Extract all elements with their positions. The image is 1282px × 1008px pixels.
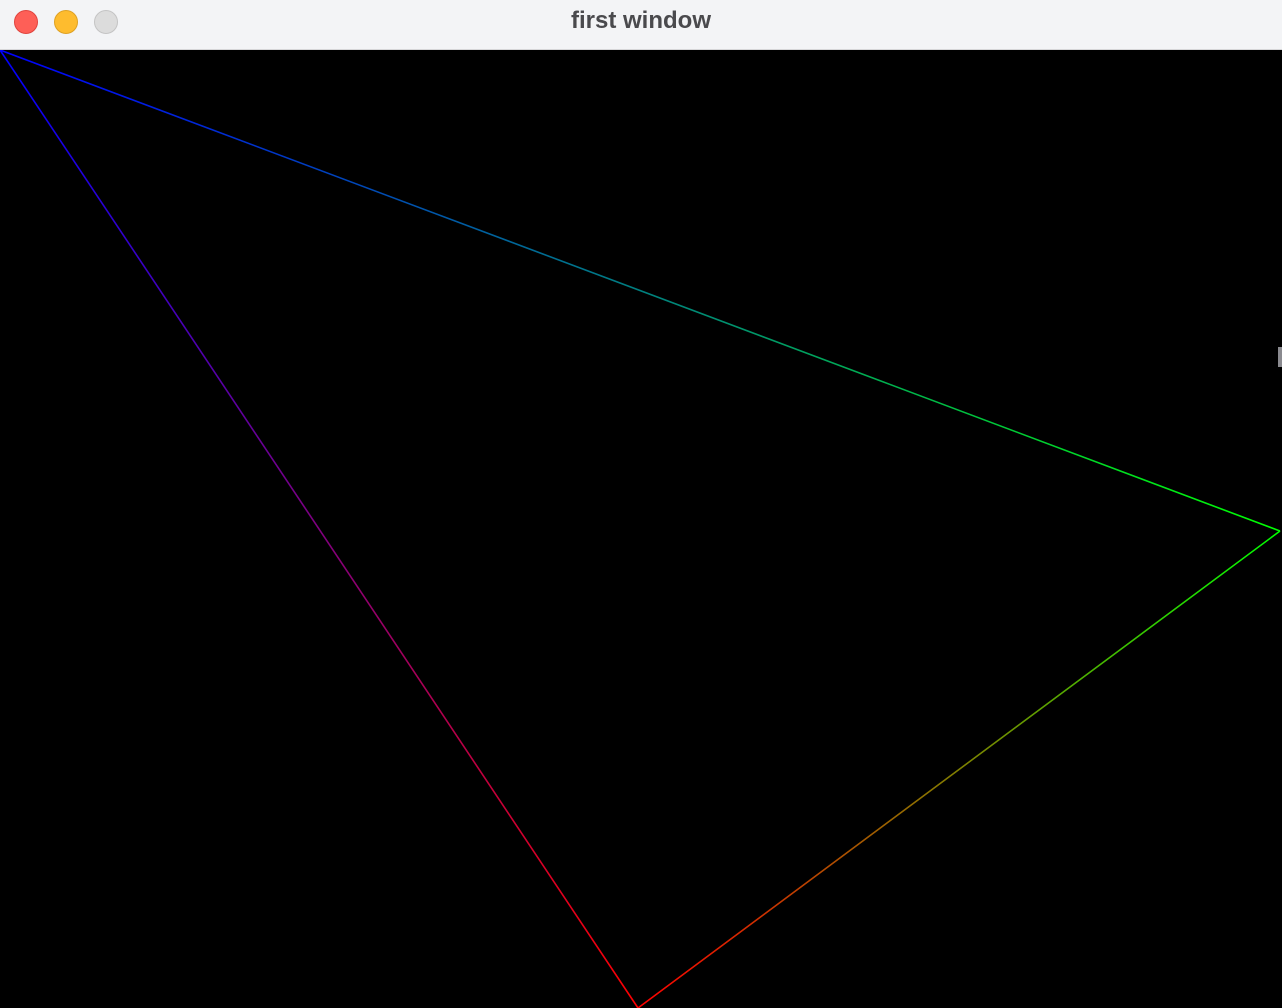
- triangle-edge-left: [0, 50, 639, 1008]
- render-canvas: [0, 50, 1282, 1008]
- triangle-edge-right: [637, 530, 1281, 1008]
- triangle-edge-top: [0, 50, 1281, 532]
- title-bar[interactable]: first window: [0, 0, 1282, 50]
- window-title: first window: [571, 7, 711, 34]
- app-window: first window: [0, 0, 1282, 1008]
- window-resize-handle[interactable]: [1278, 347, 1282, 367]
